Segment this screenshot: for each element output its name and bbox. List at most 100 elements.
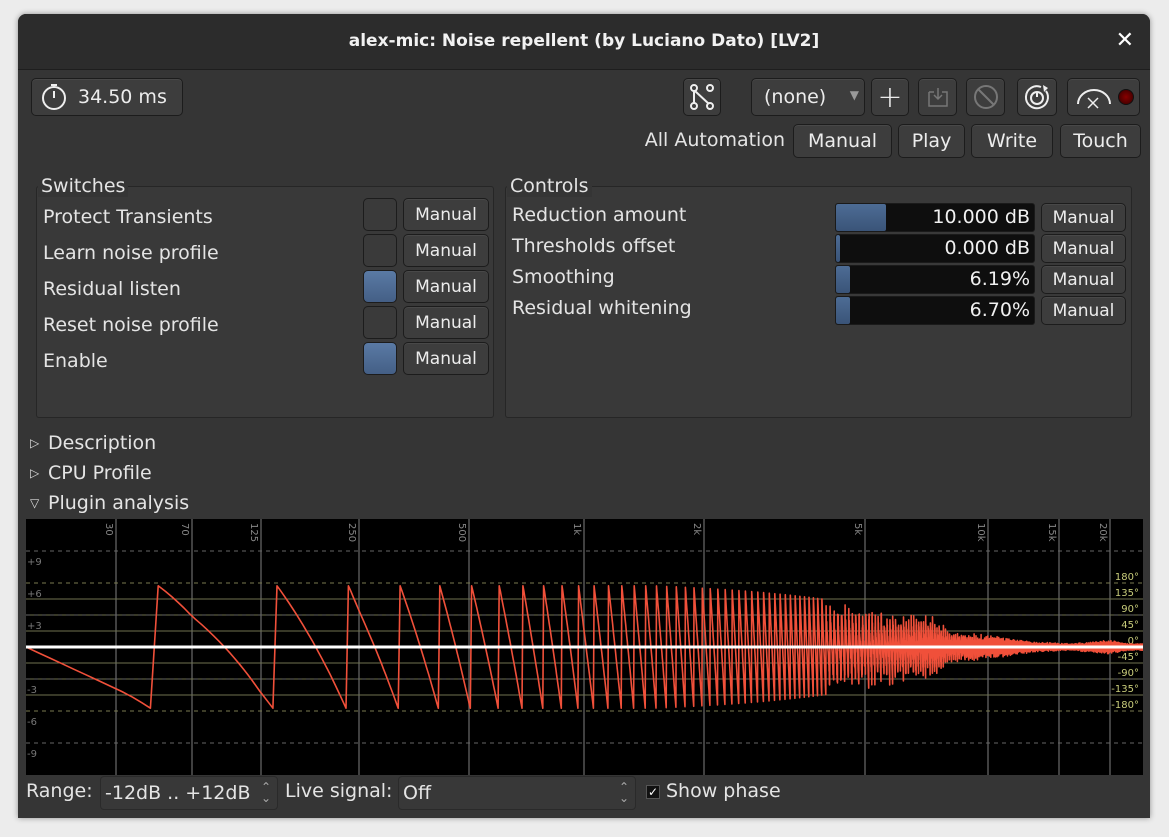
updown-arrow-icon: ⌃ ⌄ — [618, 780, 629, 805]
slider-fill — [836, 297, 850, 324]
window-title: alex-mic: Noise repellent (by Luciano Da… — [348, 31, 820, 51]
control-slider[interactable]: 10.000 dB — [835, 203, 1035, 232]
controls-title: Controls — [507, 175, 592, 197]
routing-icon — [690, 84, 714, 110]
control-automation-button[interactable]: Manual — [1041, 265, 1126, 294]
control-value: 10.000 dB — [932, 206, 1030, 228]
live-signal-value: Off — [403, 782, 432, 804]
control-label: Smoothing — [512, 266, 615, 288]
switch-toggle[interactable] — [363, 198, 397, 231]
slider-fill — [836, 235, 840, 262]
gauge-icon — [1077, 89, 1111, 109]
pin-routing-button[interactable] — [683, 78, 721, 116]
x-tick-label: 5k — [852, 523, 863, 535]
latency-value: 34.50 ms — [78, 86, 167, 108]
record-indicator-icon — [1118, 89, 1134, 105]
control-slider[interactable]: 0.000 dB — [835, 234, 1035, 263]
disabled-icon — [973, 85, 998, 109]
live-signal-dropdown[interactable]: Off ⌃ ⌄ — [398, 776, 636, 810]
phase-tick-label: -90° — [1118, 668, 1139, 679]
switch-label: Residual listen — [43, 278, 181, 300]
preset-value: (none) — [764, 86, 827, 108]
expander-label: Plugin analysis — [48, 492, 190, 514]
control-slider[interactable]: 6.70% — [835, 296, 1035, 325]
analysis-chart: 30 70 125 250 500 1k 2k 5k 10k 15k 20k 180° 135° 90° 4… — [26, 519, 1143, 775]
automation-manual-button[interactable]: Manual — [793, 124, 892, 158]
db-tick-label: +6 — [27, 589, 42, 600]
switch-label: Learn noise profile — [43, 242, 219, 264]
slider-fill — [836, 204, 886, 231]
x-tick-label: 20k — [1097, 523, 1108, 542]
control-value: 6.70% — [969, 299, 1030, 321]
analysis-graph: 30 70 125 250 500 1k 2k 5k 10k 15k 20k 180° 135° 90° 4… — [26, 519, 1143, 775]
switch-automation-button[interactable]: Manual — [403, 234, 489, 267]
expander-plugin-analysis[interactable]: ▽ Plugin analysis — [30, 492, 189, 514]
live-signal-label: Live signal: — [285, 780, 393, 802]
add-preset-button[interactable]: + — [871, 78, 909, 116]
import-icon — [927, 88, 948, 107]
switch-automation-button[interactable]: Manual — [403, 306, 489, 339]
triangle-down-icon: ▽ — [30, 496, 40, 510]
x-tick-label: 10k — [975, 523, 986, 542]
switch-toggle[interactable] — [363, 342, 397, 375]
control-automation-button[interactable]: Manual — [1041, 234, 1126, 263]
control-value: 6.19% — [969, 268, 1030, 290]
switch-label: Enable — [43, 350, 108, 372]
switch-automation-button[interactable]: Manual — [403, 342, 489, 375]
switch-automation-button[interactable]: Manual — [403, 270, 489, 303]
x-tick-label: 500 — [456, 523, 467, 542]
x-tick-label: 30 — [103, 523, 114, 536]
phase-tick-label: 180° — [1115, 572, 1139, 583]
x-tick-label: 1k — [571, 523, 582, 535]
db-tick-label: +3 — [27, 621, 42, 632]
expander-label: CPU Profile — [48, 462, 152, 484]
show-phase-label: Show phase — [666, 780, 781, 802]
db-tick-label: +9 — [27, 557, 42, 568]
switch-label: Protect Transients — [43, 206, 213, 228]
x-tick-label: 70 — [179, 523, 190, 536]
control-label: Residual whitening — [512, 297, 692, 319]
title-bar: alex-mic: Noise repellent (by Luciano Da… — [18, 14, 1150, 70]
db-tick-label: -9 — [27, 749, 37, 760]
slider-fill — [836, 266, 850, 293]
delete-preset-button[interactable] — [966, 78, 1005, 116]
range-dropdown[interactable]: -12dB .. +12dB ⌃ ⌄ — [100, 776, 278, 810]
db-tick-label: -6 — [27, 717, 37, 728]
range-value: -12dB .. +12dB — [105, 782, 251, 804]
control-automation-button[interactable]: Manual — [1041, 296, 1126, 325]
stopwatch-icon — [42, 84, 66, 110]
automation-write-button[interactable]: Write — [971, 124, 1053, 158]
automation-touch-button[interactable]: Touch — [1060, 124, 1141, 158]
phase-tick-label: -45° — [1118, 652, 1139, 663]
latency-button[interactable]: 34.50 ms — [31, 78, 183, 116]
switch-toggle[interactable] — [363, 306, 397, 339]
plugin-window: alex-mic: Noise repellent (by Luciano Da… — [18, 14, 1150, 818]
control-slider[interactable]: 6.19% — [835, 265, 1035, 294]
meter-button[interactable] — [1067, 78, 1140, 116]
expander-cpu-profile[interactable]: ▷ CPU Profile — [30, 462, 152, 484]
db-tick-label: -3 — [27, 685, 37, 696]
range-label: Range: — [26, 780, 93, 802]
phase-tick-label: 90° — [1121, 604, 1139, 615]
automation-play-button[interactable]: Play — [898, 124, 965, 158]
x-tick-label: 2k — [691, 523, 702, 535]
switch-toggle[interactable] — [363, 270, 397, 303]
switch-automation-button[interactable]: Manual — [403, 198, 489, 231]
expander-label: Description — [48, 432, 157, 454]
plus-icon: + — [877, 79, 903, 115]
expander-description[interactable]: ▷ Description — [30, 432, 156, 454]
switch-toggle[interactable] — [363, 234, 397, 267]
control-automation-button[interactable]: Manual — [1041, 203, 1126, 232]
show-phase-checkbox[interactable]: ✓ — [646, 785, 660, 799]
save-preset-button[interactable] — [918, 78, 957, 116]
preset-dropdown[interactable]: (none) ▼ — [751, 78, 865, 116]
phase-tick-label: 45° — [1121, 620, 1139, 631]
dropdown-arrow-icon: ▼ — [849, 88, 859, 102]
triangle-right-icon: ▷ — [30, 436, 40, 450]
x-tick-label: 125 — [248, 523, 259, 542]
switch-label: Reset noise profile — [43, 314, 219, 336]
switches-title: Switches — [38, 175, 129, 197]
close-icon[interactable]: ✕ — [1116, 28, 1134, 53]
bypass-button[interactable] — [1017, 78, 1057, 116]
triangle-right-icon: ▷ — [30, 466, 40, 480]
